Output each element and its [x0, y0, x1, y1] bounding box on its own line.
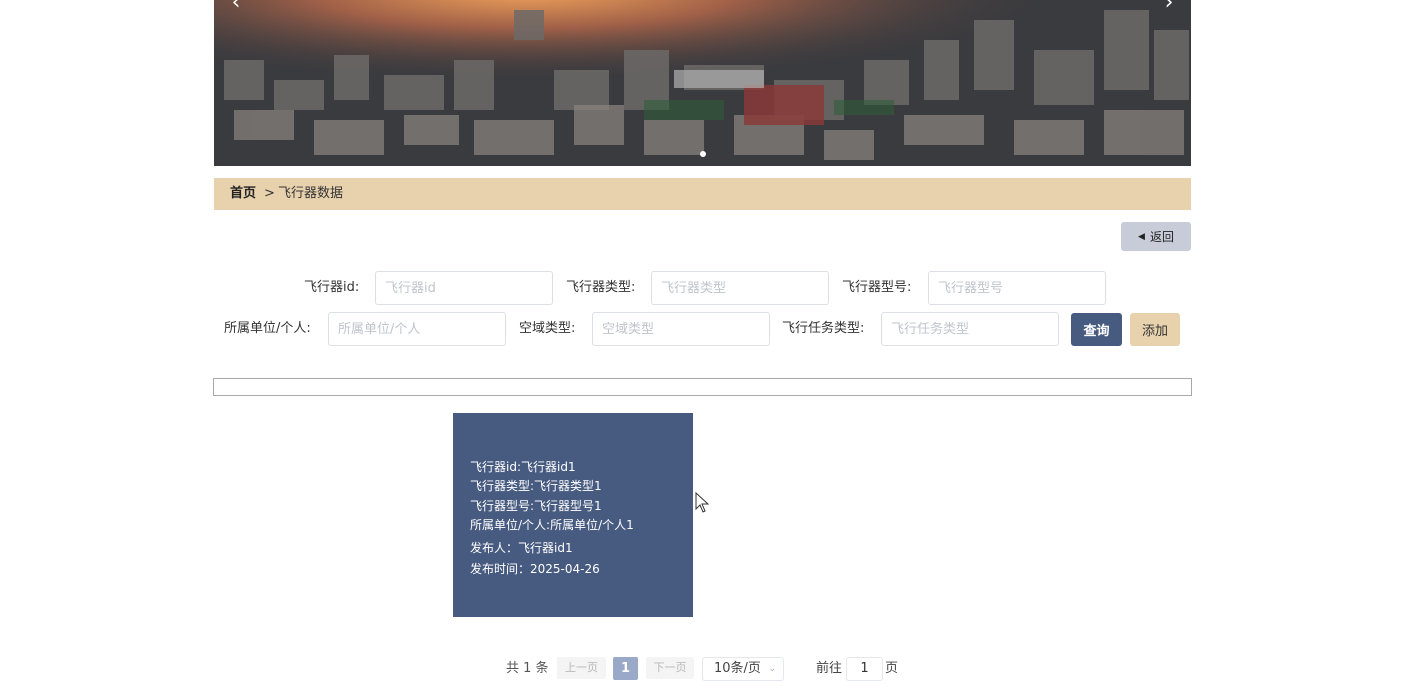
back-button[interactable]: ◀ 返回 [1121, 222, 1191, 251]
carousel-indicator[interactable] [700, 151, 706, 157]
list-divider [213, 378, 1192, 396]
owner-label: 所属单位/个人: [224, 321, 311, 336]
query-button[interactable]: 查询 [1071, 313, 1122, 346]
pagination-next-button[interactable]: 下一页 [646, 657, 694, 679]
breadcrumb: 首页 > 飞行器数据 [214, 178, 1191, 210]
chevron-down-icon: ⌄ [768, 664, 776, 674]
aircraft-card[interactable]: 飞行器id:飞行器id1 飞行器类型:飞行器类型1 飞行器型号:飞行器型号1 所… [453, 413, 693, 617]
back-button-label: 返回 [1149, 230, 1174, 244]
aircraft-id-label: 飞行器id: [304, 280, 360, 295]
caret-left-icon: ◀ [1138, 231, 1145, 242]
breadcrumb-current: 飞行器数据 [278, 186, 344, 201]
mission-type-input[interactable] [881, 312, 1059, 346]
page-size-select[interactable]: 10条/页 ⌄ [702, 657, 784, 681]
owner-input[interactable] [328, 312, 506, 346]
aircraft-type-input[interactable] [651, 271, 829, 305]
aircraft-model-input[interactable] [928, 271, 1106, 305]
pagination-total: 共 1 条 [506, 661, 549, 676]
carousel-prev-icon[interactable]: ‹ [224, 0, 248, 18]
card-owner: 所属单位/个人:所属单位/个人1 [470, 518, 634, 532]
pagination-prev-button[interactable]: 上一页 [557, 657, 606, 679]
city-image [214, 0, 1191, 166]
card-aircraft-id: 飞行器id:飞行器id1 [470, 460, 576, 474]
pagination-page-1[interactable]: 1 [613, 657, 638, 680]
breadcrumb-home[interactable]: 首页 [230, 178, 256, 210]
mission-type-label: 飞行任务类型: [782, 321, 865, 336]
breadcrumb-separator: > [264, 186, 275, 201]
aircraft-type-label: 飞行器类型: [566, 280, 636, 295]
page-size-value: 10条/页 [714, 661, 761, 676]
carousel-next-icon[interactable]: › [1157, 0, 1181, 18]
aircraft-model-label: 飞行器型号: [842, 280, 912, 295]
airspace-type-label: 空域类型: [519, 321, 576, 336]
pagination-goto-label: 前往 [816, 661, 843, 676]
mouse-cursor-icon [695, 492, 710, 513]
card-aircraft-model: 飞行器型号:飞行器型号1 [470, 499, 602, 513]
pagination-page-suffix: 页 [885, 661, 899, 676]
card-publisher: 发布人：飞行器id1 [470, 541, 573, 555]
card-publish-time: 发布时间：2025-04-26 [470, 562, 600, 576]
add-button[interactable]: 添加 [1130, 313, 1180, 346]
banner-carousel: ‹ › [214, 0, 1191, 166]
airspace-type-input[interactable] [592, 312, 770, 346]
aircraft-id-input[interactable] [375, 271, 553, 305]
pagination-goto-input[interactable]: 1 [846, 657, 883, 681]
card-aircraft-type: 飞行器类型:飞行器类型1 [470, 479, 602, 493]
